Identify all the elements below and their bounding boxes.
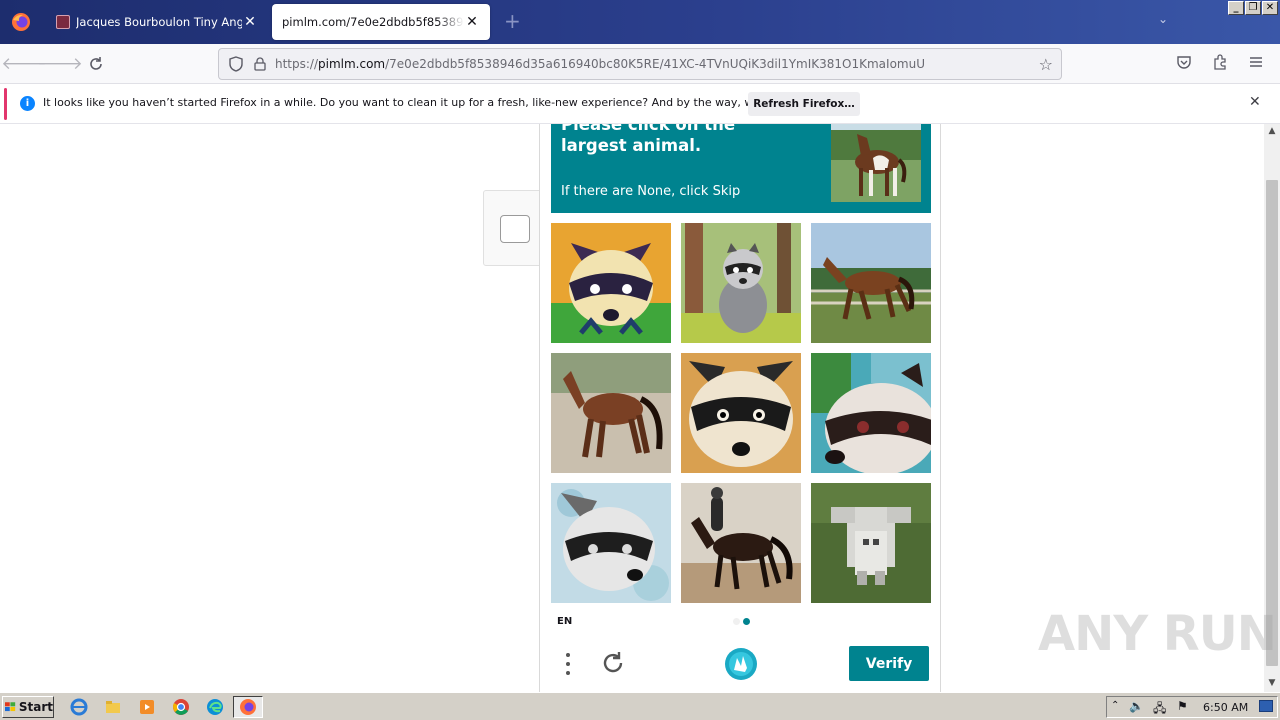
image-grid [551,223,931,603]
grid-image-raccoon-closeup[interactable] [681,353,801,473]
tab-strip: Jacques Bourboulon Tiny Angels _ ✕ pimlm… [0,0,1280,44]
notification-message: It looks like you haven’t started Firefo… [43,96,828,109]
scrollbar-thumb[interactable] [1266,180,1278,666]
chrome-icon[interactable] [172,698,190,716]
verify-button[interactable]: Verify [849,646,929,681]
scroll-up-icon[interactable]: ▲ [1264,126,1280,136]
firefox-icon[interactable] [239,698,257,716]
page-dot-2-active [743,618,750,625]
forward-icon[interactable]: 🡒 [37,50,83,78]
nav-bar: 🡐 🡒 https://pimlm.com/7e0e2dbdb5f8538946… [0,44,1280,84]
clock[interactable]: 6:50 AM [1203,701,1248,714]
reload-icon[interactable] [82,50,110,78]
extensions-icon[interactable] [1212,54,1228,74]
explorer-icon[interactable] [104,698,122,716]
hcaptcha-logo-icon[interactable] [723,646,759,682]
grid-image-raccoon-painted[interactable] [811,353,931,473]
grid-image-horse-rider[interactable] [681,483,801,603]
menu-icon[interactable] [1249,54,1263,73]
example-image-horse [831,124,921,202]
media-player-icon[interactable] [138,698,156,716]
prompt-text: Please click on the largest animal. [561,124,736,155]
firefox-icon[interactable] [0,0,42,44]
url-bar[interactable]: https://pimlm.com/7e0e2dbdb5f8538946d35a… [218,48,1062,80]
windows-logo-icon [5,702,16,712]
network-icon[interactable]: 🖧 [1153,699,1166,720]
tab-jacques-bourboulon[interactable]: Jacques Bourboulon Tiny Angels _ ✕ [46,4,268,40]
start-label: Start [18,700,53,714]
list-all-tabs-icon[interactable]: ⌄ [1158,12,1168,26]
minimize-button[interactable]: _ [1228,1,1244,15]
close-icon[interactable]: ✕ [1249,94,1261,110]
volume-icon[interactable]: 🔈 [1129,699,1144,713]
grid-image-raccoon-forest[interactable] [681,223,801,343]
grid-image-raccoon[interactable] [551,223,671,343]
grid-image-raccoon-sketch[interactable] [551,483,671,603]
star-icon[interactable]: ☆ [1039,55,1053,74]
pocket-icon[interactable] [1176,54,1192,74]
page-dot-1 [733,618,740,625]
refresh-challenge-icon[interactable] [599,649,627,677]
hcaptcha-checkbox-card [483,190,543,266]
more-options-icon[interactable] [561,650,575,678]
tab-title: Jacques Bourboulon Tiny Angels _ [76,15,242,29]
close-window-button[interactable]: ✕ [1262,1,1278,15]
window-controls: _ ❐ ✕ [1228,1,1278,15]
url-text[interactable]: https://pimlm.com/7e0e2dbdb5f8538946d35a… [275,57,1039,71]
lock-icon[interactable] [253,57,267,71]
system-tray: ⌃ 🔈 🖧 ⚑ 6:50 AM [1106,696,1278,718]
new-tab-button[interactable]: + [504,10,521,32]
close-tab-icon[interactable]: ✕ [464,14,480,30]
hcaptcha-checkbox[interactable] [500,215,530,243]
shield-icon[interactable] [227,56,245,72]
start-button[interactable]: Start [2,696,54,718]
scroll-down-icon[interactable]: ▼ [1264,678,1280,688]
skip-hint: If there are None, click Skip [561,184,741,199]
grid-image-horse-running[interactable] [811,223,931,343]
ie-icon[interactable] [70,698,88,716]
back-icon[interactable]: 🡐 [1,50,47,78]
close-tab-icon[interactable]: ✕ [242,14,258,30]
flag-icon[interactable]: ⚑ [1177,699,1188,713]
tab-favicon [56,15,70,29]
notification-bar: i It looks like you haven’t started Fire… [0,84,1280,124]
show-desktop-icon[interactable] [1259,700,1273,712]
info-icon: i [20,96,35,111]
screen: Jacques Bourboulon Tiny Angels _ ✕ pimlm… [0,0,1280,720]
captcha-challenge: Please click on the largest animal. If t… [539,124,941,692]
grid-image-horse-trotting[interactable] [551,353,671,473]
tab-pimlm[interactable]: pimlm.com/7e0e2dbdb5f8538946d35a6 ✕ [272,4,490,40]
taskbar: Start ⌃ 🔈 🖧 ⚑ 6:50 AM [0,692,1280,720]
anyrun-watermark: ANY RUN [1038,606,1277,662]
grid-image-lamb[interactable] [811,483,931,603]
language-selector[interactable]: EN [557,616,572,627]
restore-button[interactable]: ❐ [1245,1,1261,15]
challenge-prompt: Please click on the largest animal. If t… [551,124,931,213]
edge-icon[interactable] [206,698,224,716]
notification-accent [4,88,7,120]
tab-title: pimlm.com/7e0e2dbdb5f8538946d35a6 [282,15,464,29]
refresh-firefox-button[interactable]: Refresh Firefox… [748,92,860,116]
captcha-controls: Verify [551,644,931,684]
tray-expand-icon[interactable]: ⌃ [1111,700,1119,711]
